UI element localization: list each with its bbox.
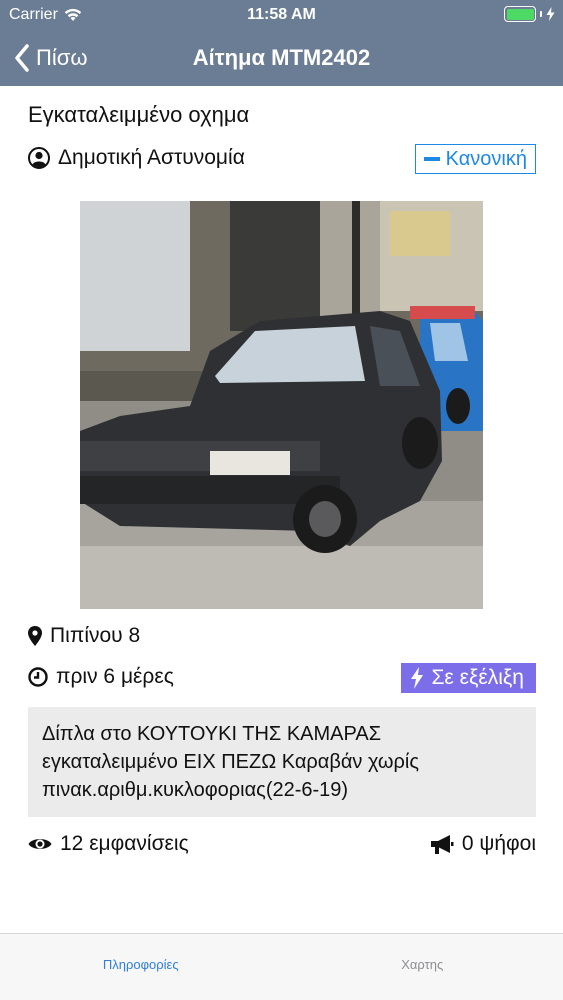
address-label: Πιπίνου 8 bbox=[50, 624, 141, 647]
votes-row[interactable]: 0 ψήφοι bbox=[430, 832, 536, 856]
back-button[interactable]: Πίσω bbox=[14, 30, 88, 86]
views-row: 12 εμφανίσεις bbox=[28, 832, 189, 856]
description-text: Δίπλα στο ΚΟΥΤΟΥΚΙ ΤΗΣ ΚΑΜΑΡΑΣ εγκαταλει… bbox=[42, 723, 419, 801]
user-circle-icon bbox=[28, 147, 50, 169]
tab-bar: Πληροφορίες Χαρτης bbox=[0, 933, 563, 1000]
tab-info[interactable]: Πληροφορίες bbox=[0, 934, 282, 1000]
car-photo-image bbox=[80, 201, 483, 609]
department-row: Δημοτική Αστυνομία bbox=[28, 146, 245, 170]
priority-badge: Κανονική bbox=[414, 144, 536, 174]
status-badge: Σε εξέλιξη bbox=[401, 663, 536, 693]
status-bar: Carrier 11:58 AM bbox=[0, 0, 563, 30]
chevron-left-icon bbox=[15, 44, 29, 72]
priority-label: Κανονική bbox=[445, 147, 527, 170]
eye-icon bbox=[28, 839, 52, 849]
votes-label: 0 ψήφοι bbox=[461, 832, 536, 855]
megaphone-icon bbox=[430, 835, 454, 854]
request-title: Εγκαταλειμμένο οχημα bbox=[28, 102, 250, 127]
charging-bolt-icon bbox=[546, 7, 555, 21]
tab-map[interactable]: Χαρτης bbox=[282, 934, 563, 1000]
status-label: Σε εξέλιξη bbox=[431, 666, 524, 689]
clock-icon bbox=[28, 667, 48, 687]
time-ago-label: πριν 6 μέρες bbox=[56, 665, 174, 688]
lightning-icon bbox=[411, 667, 424, 689]
time-row: πριν 6 μέρες bbox=[28, 665, 174, 689]
battery-icon bbox=[504, 6, 536, 22]
battery-group bbox=[504, 6, 555, 22]
address-row: Πιπίνου 8 bbox=[28, 624, 140, 648]
description-box: Δίπλα στο ΚΟΥΤΟΥΚΙ ΤΗΣ ΚΑΜΑΡΑΣ εγκαταλει… bbox=[28, 707, 536, 817]
navigation-bar: Πίσω Αίτημα MTM2402 bbox=[0, 30, 563, 86]
map-marker-icon bbox=[28, 626, 42, 646]
back-label: Πίσω bbox=[36, 45, 88, 70]
request-photo[interactable] bbox=[80, 201, 483, 609]
views-label: 12 εμφανίσεις bbox=[60, 832, 189, 855]
department-label: Δημοτική Αστυνομία bbox=[58, 146, 245, 169]
clock: 11:58 AM bbox=[247, 6, 316, 23]
minus-icon bbox=[423, 157, 440, 161]
